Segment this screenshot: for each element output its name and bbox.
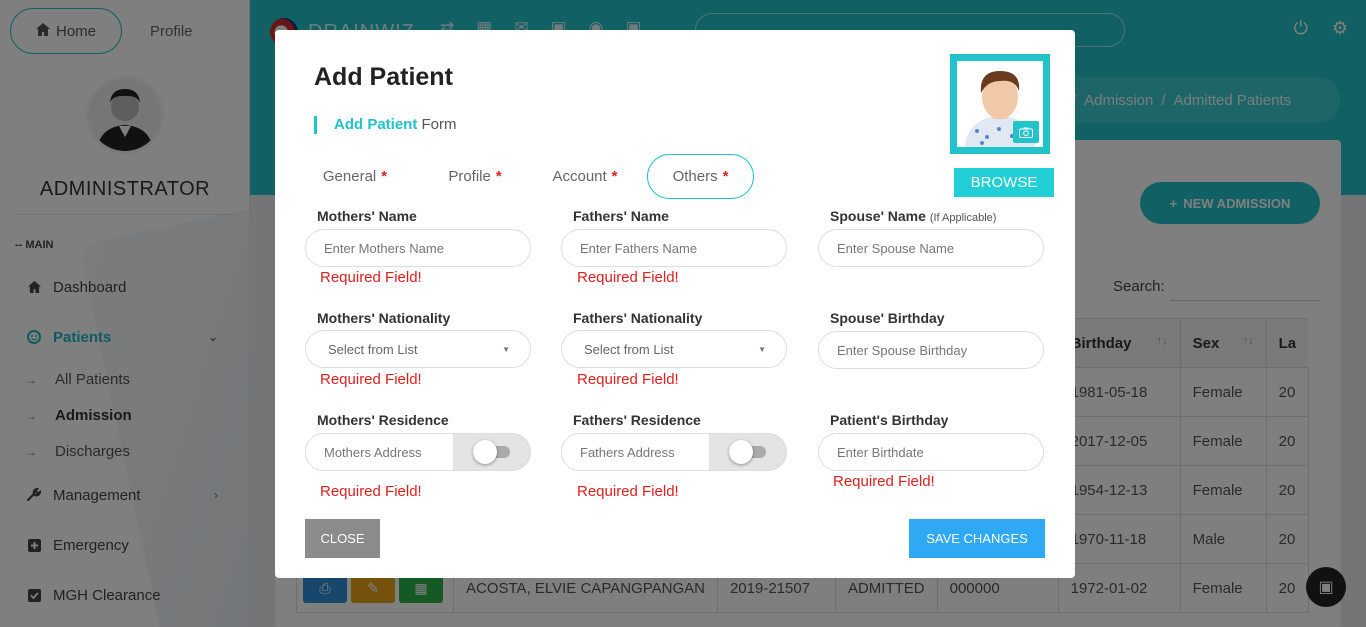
mothers-nationality-select[interactable]: Select from List ▼: [305, 330, 531, 368]
input-placeholder: Mothers Address: [324, 444, 422, 460]
required-marker: *: [722, 168, 729, 185]
residence-toggle[interactable]: [453, 433, 530, 471]
label-patient-birthday: Patient's Birthday: [830, 412, 949, 428]
tab-general[interactable]: General *: [315, 154, 395, 199]
label-spouse-name: Spouse' Name (If Applicable): [830, 208, 996, 224]
modal-title: Add Patient: [314, 63, 453, 91]
label-mothers-name: Mothers' Name: [317, 208, 417, 224]
fathers-nationality-error: Required Field!: [577, 371, 679, 388]
label-fathers-nationality: Fathers' Nationality: [573, 310, 703, 326]
tab-label: Profile: [448, 168, 491, 185]
required-marker: *: [495, 168, 502, 185]
patient-birthday-error: Required Field!: [833, 473, 935, 490]
tab-account[interactable]: Account *: [545, 154, 625, 199]
label-fathers-name: Fathers' Name: [573, 208, 669, 224]
select-value: Select from List: [584, 341, 674, 357]
mothers-nationality-error: Required Field!: [320, 371, 422, 388]
spouse-name-input[interactable]: Enter Spouse Name: [818, 229, 1044, 267]
fathers-name-input[interactable]: Enter Fathers Name: [561, 229, 787, 267]
label-fathers-residence: Fathers' Residence: [573, 412, 701, 428]
mothers-name-error: Required Field!: [320, 269, 422, 286]
subtitle-rest: Form: [421, 116, 457, 133]
browse-button[interactable]: BROWSE: [954, 168, 1054, 197]
fathers-nationality-select[interactable]: Select from List ▼: [561, 330, 787, 368]
tab-others[interactable]: Others *: [647, 154, 754, 199]
fathers-residence-error: Required Field!: [577, 483, 679, 500]
modal-subtitle: Add Patient Form: [314, 116, 457, 134]
tab-label: General: [322, 168, 377, 185]
add-patient-modal: Add Patient Add Patient Form BROWSE Gene…: [275, 30, 1075, 578]
patient-birthday-input[interactable]: Enter Birthdate: [818, 433, 1044, 471]
mothers-name-input[interactable]: Enter Mothers Name: [305, 229, 531, 267]
tab-profile[interactable]: Profile *: [435, 154, 515, 199]
select-value: Select from List: [328, 341, 418, 357]
save-changes-button[interactable]: SAVE CHANGES: [909, 519, 1045, 558]
required-marker: *: [611, 168, 618, 185]
residence-toggle[interactable]: [709, 433, 786, 471]
camera-icon[interactable]: [1013, 121, 1039, 143]
label-text: Spouse' Name: [830, 208, 926, 224]
tab-label: Others: [672, 168, 718, 185]
mothers-residence-error: Required Field!: [320, 483, 422, 500]
label-mothers-residence: Mothers' Residence: [317, 412, 449, 428]
required-marker: *: [381, 168, 388, 185]
fathers-name-error: Required Field!: [577, 269, 679, 286]
input-placeholder: Fathers Address: [580, 444, 675, 460]
app-page: Home Profile ADMINISTRATOR -- MAIN Dashb…: [0, 0, 1366, 627]
spouse-birthday-input[interactable]: Enter Spouse Birthday: [818, 331, 1044, 369]
tab-label: Account: [552, 168, 607, 185]
subtitle-highlight: Add Patient: [334, 116, 418, 133]
caret-down-icon: ▼: [758, 344, 766, 354]
close-button[interactable]: CLOSE: [305, 519, 380, 558]
mothers-residence-input[interactable]: Mothers Address: [305, 433, 531, 471]
label-mothers-nationality: Mothers' Nationality: [317, 310, 451, 326]
label-spouse-birthday: Spouse' Birthday: [830, 310, 945, 326]
label-hint: (If Applicable): [929, 212, 997, 224]
fathers-residence-input[interactable]: Fathers Address: [561, 433, 787, 471]
toggle-knob: [729, 440, 753, 464]
patient-photo[interactable]: [950, 54, 1050, 154]
toggle-knob: [473, 440, 497, 464]
caret-down-icon: ▼: [502, 344, 510, 354]
